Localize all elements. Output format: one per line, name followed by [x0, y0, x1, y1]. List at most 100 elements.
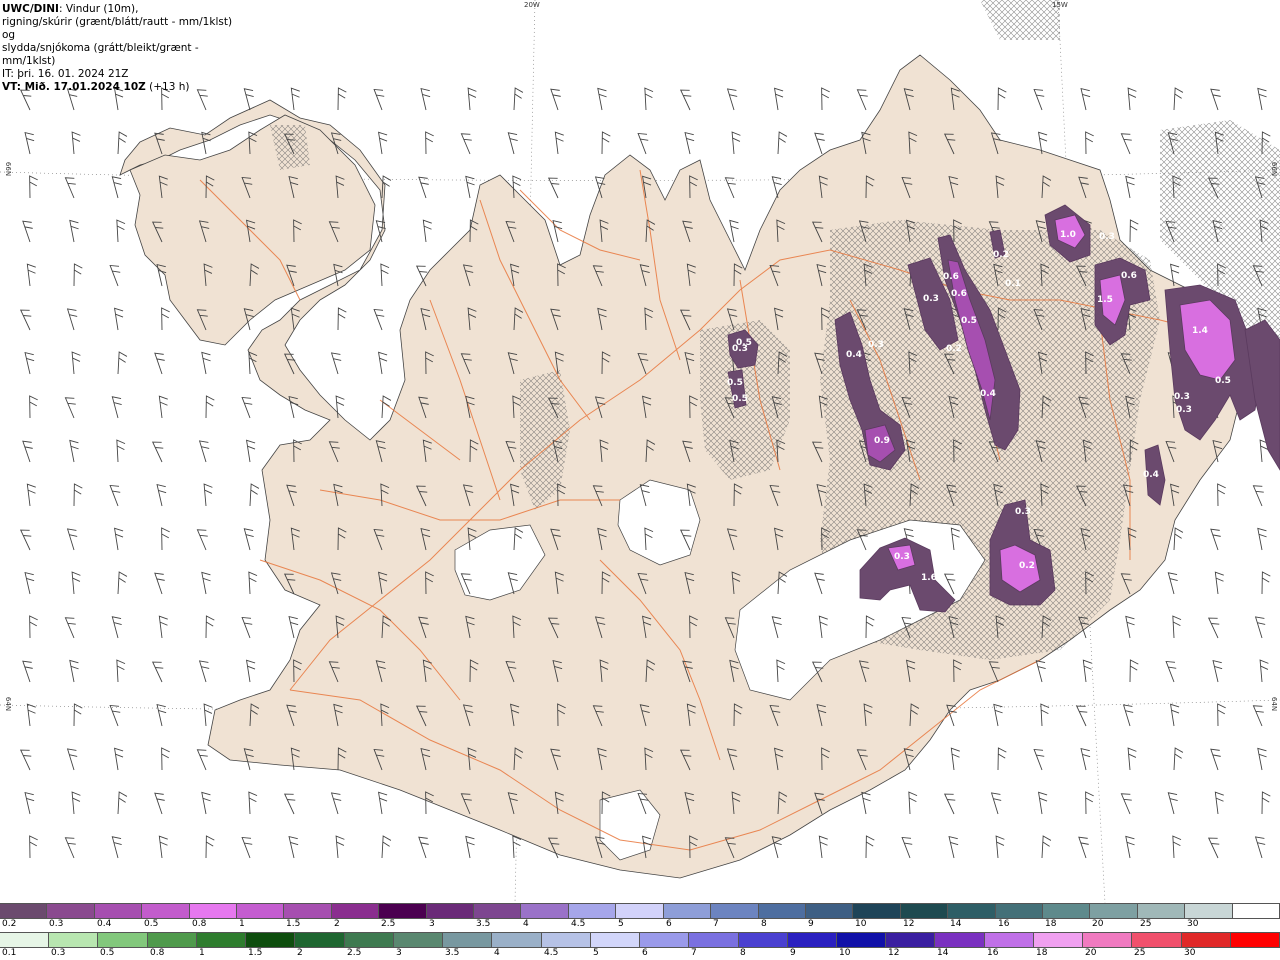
wind-barb	[241, 616, 253, 639]
scale-swatch	[443, 933, 493, 947]
precip-value-label: 0.1	[1005, 279, 1021, 289]
wind-barb	[1261, 571, 1271, 595]
wind-barb	[22, 660, 33, 683]
scale-swatch	[758, 904, 806, 918]
scale-label: 16	[987, 948, 999, 958]
scale-swatch	[189, 904, 238, 918]
precip-value-label: 0.5	[727, 378, 743, 388]
wind-barb	[151, 661, 164, 683]
precip-value-label: 0.3	[923, 294, 939, 304]
wind-barb	[1085, 791, 1094, 815]
scale-label: 7	[713, 919, 719, 929]
wind-barb	[1127, 87, 1137, 111]
wind-barb	[1217, 483, 1226, 507]
wind-barb	[24, 791, 35, 815]
scale-label: 2.5	[347, 948, 362, 958]
scale-label: 5	[618, 919, 624, 929]
scale-label: 2	[297, 948, 303, 958]
precip-value-label: 0.6	[951, 289, 967, 299]
scale-swatch	[94, 904, 143, 918]
wind-barb	[330, 792, 342, 815]
precip-value-label: 0.4	[980, 389, 996, 399]
wind-barb	[990, 792, 1002, 815]
wind-barb	[201, 791, 211, 815]
wind-barb	[198, 660, 210, 683]
precip-value-label: 0.2	[1019, 561, 1035, 571]
wind-barb	[997, 87, 1007, 111]
lat-label-66n-right: 66N	[1270, 161, 1279, 177]
map-info-box: UWC/DINI: Vindur (10m), rigning/skúrir (…	[0, 0, 240, 93]
scale-label: 0.2	[2, 919, 17, 929]
scale-label: 16	[998, 919, 1010, 929]
wind-barb	[69, 219, 79, 243]
scale-swatch	[738, 933, 788, 947]
scale-swatch	[568, 904, 617, 918]
scale-swatch	[393, 933, 444, 947]
wind-barb	[64, 397, 76, 419]
wind-barb	[724, 177, 736, 199]
wind-barb	[1214, 571, 1224, 595]
precip-value-label: 0.3	[1099, 232, 1115, 242]
wind-barb	[1125, 615, 1135, 639]
wind-barb	[777, 131, 788, 155]
wind-barb	[821, 87, 830, 111]
scale-label: 0.1	[2, 948, 17, 958]
scale-swatch	[331, 904, 380, 918]
weather-map: 1.0 0.3 0.2 0.6 1.5 0.6 0.3 0.6 0.5 0.2 1.4 0.5 0.3 0…	[0, 0, 1280, 903]
scale-swatch	[521, 904, 569, 918]
wind-barb	[993, 703, 1003, 727]
scale-label: 1.5	[248, 948, 263, 958]
scale-label: 4.5	[571, 919, 586, 929]
scale-label: 14	[937, 948, 949, 958]
wind-barb	[156, 483, 167, 507]
wind-barb	[422, 219, 432, 243]
wind-barb	[948, 835, 959, 859]
scale-label: 8	[761, 919, 767, 929]
wind-barb	[1252, 705, 1264, 727]
wind-barb	[1041, 835, 1052, 859]
precip-value-label: 0.2	[993, 250, 1009, 260]
scale-swatch	[196, 933, 247, 947]
scale-swatch	[344, 933, 394, 947]
precip-value-label: 0.3	[1176, 405, 1192, 415]
scale-swatch	[142, 904, 190, 918]
wind-barb	[1033, 88, 1045, 111]
wind-barb	[1210, 88, 1221, 111]
wind-barb	[731, 131, 741, 155]
wind-barb	[1173, 87, 1184, 111]
precip-value-label: 0.3	[1174, 392, 1190, 402]
rain-scale-labels: 0.1 0.3 0.5 0.8 1 1.5 2 2.5 3 3.5 4 4.5 5 6 7 8 9 10 12 14 1…	[0, 948, 1280, 960]
scale-label: 8	[740, 948, 746, 958]
wind-barb	[601, 131, 611, 155]
scale-label: 10	[839, 948, 851, 958]
wind-barb	[156, 703, 167, 727]
wind-barb	[283, 793, 296, 815]
wind-barb	[111, 836, 122, 859]
map-canvas: 1.0 0.3 0.2 0.6 1.5 0.6 0.3 0.6 0.5 0.2 1.4 0.5 0.3 0…	[0, 0, 1280, 903]
scale-label: 0.5	[100, 948, 115, 958]
wind-barb	[26, 703, 36, 727]
scale-label: 0.3	[51, 948, 66, 958]
scale-label: 25	[1134, 948, 1146, 958]
scale-swatch	[492, 933, 542, 947]
wind-barb	[1261, 791, 1271, 815]
scale-label: 18	[1045, 919, 1057, 929]
snow-color-scale: 0.2 0.3 0.4 0.5 0.8 1 1.5 2 2.5 3 3.5 4 4.5 5 6 7 8 9 10 12…	[0, 903, 1280, 931]
scale-label: 1	[239, 919, 245, 929]
scale-swatch	[426, 904, 475, 918]
wind-barb	[729, 219, 739, 243]
precip-value-label: 1.0	[1060, 230, 1076, 240]
scale-swatch	[284, 904, 332, 918]
precip-value-label: 1.5	[1097, 295, 1113, 305]
scale-label: 14	[950, 919, 962, 929]
wind-barb	[158, 615, 168, 639]
wind-barb	[246, 659, 256, 683]
scale-label: 18	[1036, 948, 1048, 958]
wind-barb	[161, 527, 170, 551]
wind-barb	[248, 791, 258, 815]
wind-barb	[73, 263, 83, 287]
wind-barb	[908, 791, 918, 815]
wind-barb	[198, 440, 210, 463]
precip-value-label: 0.6	[1121, 271, 1137, 281]
rain-scale-bar	[0, 932, 1280, 948]
